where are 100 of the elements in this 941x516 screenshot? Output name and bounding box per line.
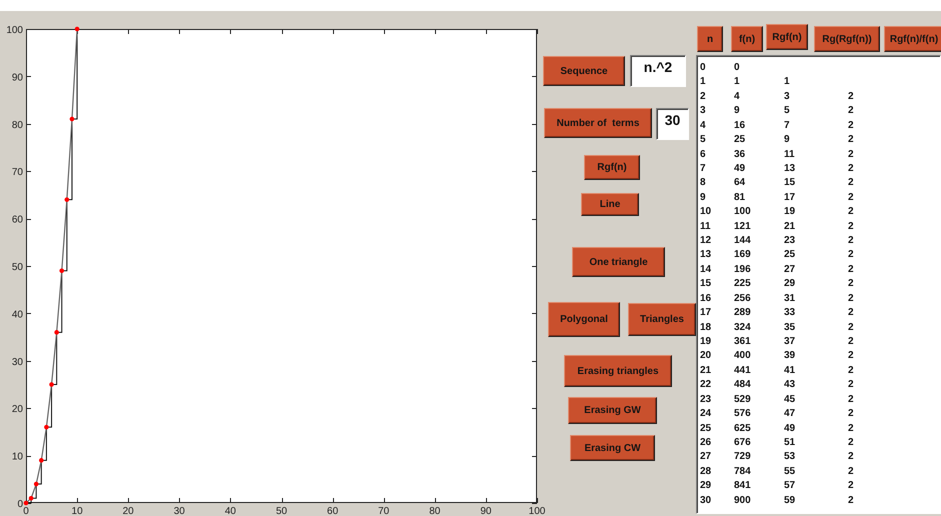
- input-field[interactable]: n.^2: [630, 55, 686, 87]
- action-button[interactable]: Number of terms: [544, 108, 652, 138]
- axis-tick-label: 20: [12, 404, 23, 416]
- table-cell-text: 1: [784, 76, 791, 90]
- column-header-button[interactable]: Rg(Rgf(n)): [814, 26, 880, 52]
- table-cell-text: 2: [848, 206, 855, 220]
- table-cell-text: 41: [784, 364, 796, 378]
- action-button[interactable]: Erasing triangles: [564, 355, 672, 387]
- column-header-button[interactable]: Rgf(n)/f(n): [884, 26, 941, 52]
- column-header-button[interactable]: n: [697, 26, 723, 52]
- table-cell-text: 441: [734, 364, 752, 378]
- axis-tick-label: 100: [528, 506, 546, 516]
- action-button[interactable]: Line: [581, 193, 639, 216]
- axis-tick-label: 10: [12, 452, 23, 463]
- table-cell-text: 2: [848, 336, 855, 350]
- table-cell-text: 4: [700, 120, 707, 133]
- table-cell-text: 13: [700, 249, 712, 262]
- table-cell-text: 7: [700, 162, 707, 176]
- table-cell-text: 30: [700, 494, 712, 508]
- table-cell-text: 2: [848, 249, 855, 262]
- table-cell-text: 47: [784, 408, 796, 422]
- table-cell-text: 900: [734, 494, 752, 508]
- axis-tick-label: 30: [174, 506, 185, 516]
- point: [28, 496, 34, 501]
- input-field[interactable]: 30: [656, 108, 689, 140]
- table-cell-text: 28: [700, 466, 712, 479]
- action-button[interactable]: One triangle: [572, 247, 665, 277]
- table-cell-text: 9: [734, 105, 741, 118]
- table-cell-text: 18: [700, 322, 712, 335]
- table-cell-text: 57: [784, 480, 796, 494]
- action-button[interactable]: Erasing CW: [570, 435, 655, 461]
- table-cell-text: 2: [848, 307, 855, 320]
- table-cell-text: 27: [700, 451, 712, 464]
- table-cell-text: 14: [700, 264, 712, 277]
- table-cell-text: 45: [784, 394, 796, 407]
- table-cell-text: 2: [848, 422, 855, 436]
- column-header-button[interactable]: Rgf(n): [766, 24, 808, 50]
- table-cell-text: 8: [700, 177, 707, 190]
- table-cell-text: 15: [700, 278, 712, 292]
- table-cell-text: 2: [848, 220, 855, 234]
- axis-tick-label: 50: [12, 262, 23, 273]
- table-cell-text: 29: [700, 480, 712, 494]
- table-cell-text: 29: [784, 278, 796, 292]
- table-cell-text: 2: [848, 278, 855, 292]
- table-cell-text: 31: [784, 292, 796, 306]
- table-cell-text: 13: [784, 162, 796, 176]
- axis-tick-label: 20: [122, 506, 134, 516]
- table-cell-text: 289: [734, 307, 752, 320]
- table-cell-text: 3: [700, 105, 707, 118]
- table-cell-text: 2: [848, 235, 855, 248]
- table-cell-text: 1: [734, 76, 741, 90]
- action-button[interactable]: Sequence: [543, 56, 625, 86]
- table-cell-text: 196: [734, 264, 752, 277]
- table-cell-text: 2: [848, 466, 855, 479]
- table-cell-text: 64: [734, 177, 746, 190]
- table-cell-text: 2: [848, 90, 855, 104]
- axis-tick-label: 70: [378, 506, 390, 516]
- axis-tick-label: 90: [480, 506, 492, 516]
- table-cell-text: 16: [700, 292, 712, 306]
- table-cell-text: 400: [734, 350, 752, 364]
- axis-tick-label: 100: [6, 25, 23, 36]
- axis-tick-label: 0: [23, 506, 29, 516]
- table-cell-text: 100: [734, 206, 752, 220]
- table-cell-text: 19: [784, 206, 796, 220]
- table-cell-text: 2: [848, 436, 855, 450]
- table-cell-text: 9: [784, 134, 791, 148]
- action-button[interactable]: Triangles: [628, 303, 696, 336]
- table-cell-text: 26: [700, 436, 712, 450]
- table-cell-text: 53: [784, 451, 796, 464]
- action-button[interactable]: Polygonal: [548, 302, 620, 337]
- table-cell-text: 10: [700, 206, 712, 220]
- table-cell-text: 324: [734, 322, 752, 335]
- axis-tick-label: 80: [429, 506, 440, 516]
- table-cell-text: 2: [848, 364, 855, 378]
- axis-tick-label: 90: [12, 72, 23, 84]
- table-cell-text: 2: [848, 451, 855, 464]
- table-cell-text: 49: [784, 422, 796, 436]
- table-cell-text: 256: [734, 292, 752, 306]
- axis-tick-label: 10: [72, 506, 83, 516]
- action-button[interactable]: Erasing GW: [568, 397, 657, 424]
- table-cell-text: 11: [784, 148, 796, 162]
- table-cell-text: 7: [784, 120, 791, 133]
- table-cell-text: 51: [784, 436, 796, 450]
- table-cell-text: 729: [734, 451, 752, 464]
- axis-tick-label: 0: [17, 499, 23, 510]
- table-cell-text: 529: [734, 394, 752, 407]
- table-cell-text: 36: [734, 148, 746, 162]
- column-header-button[interactable]: f(n): [731, 26, 763, 52]
- table-cell-text: 25: [700, 422, 712, 436]
- table-cell-text: 576: [734, 408, 752, 422]
- table-cell-text: 2: [848, 494, 855, 508]
- table-cell-text: 121: [734, 220, 752, 234]
- table-cell-text: 5: [784, 105, 791, 118]
- point: [64, 197, 70, 202]
- point: [59, 268, 64, 274]
- table-cell-text: 22: [700, 379, 712, 392]
- table-cell-text: 484: [734, 379, 752, 392]
- point: [34, 482, 39, 486]
- action-button[interactable]: Rgf(n): [584, 155, 640, 180]
- table-cell-text: 24: [700, 408, 712, 422]
